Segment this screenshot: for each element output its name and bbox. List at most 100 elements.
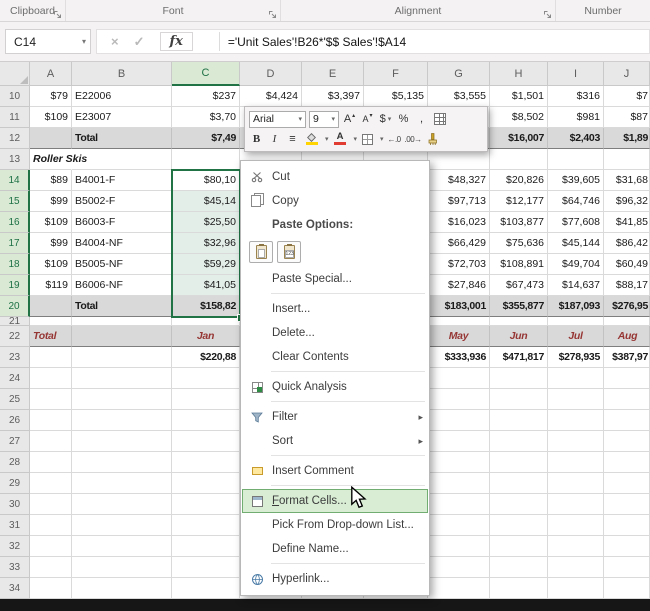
row-header-24[interactable]: 24 xyxy=(0,368,30,389)
dialog-launcher-icon[interactable] xyxy=(543,10,552,19)
cell-A23[interactable] xyxy=(30,347,72,368)
cancel-icon[interactable]: × xyxy=(111,34,119,49)
cell-B28[interactable] xyxy=(72,452,172,473)
cell-H12[interactable]: $16,007 xyxy=(490,128,548,149)
cell-E10[interactable]: $3,397 xyxy=(302,86,364,107)
accounting-format-button[interactable]: $▾ xyxy=(378,110,393,128)
row-header-23[interactable]: 23 xyxy=(0,347,30,368)
cell-A14[interactable]: $89 xyxy=(30,170,72,191)
cell-G34[interactable] xyxy=(428,578,490,599)
cell-J16[interactable]: $41,85 xyxy=(604,212,650,233)
cell-H22[interactable]: Jun xyxy=(490,326,548,347)
cell-C20[interactable]: $158,82 xyxy=(172,296,240,317)
row-header-31[interactable]: 31 xyxy=(0,515,30,536)
cell-A26[interactable] xyxy=(30,410,72,431)
menu-item-insert[interactable]: Insert... xyxy=(242,297,428,321)
cell-I13[interactable] xyxy=(548,149,604,170)
cell-J32[interactable] xyxy=(604,536,650,557)
cell-B15[interactable]: B5002-F xyxy=(72,191,172,212)
enter-icon[interactable]: ✓ xyxy=(134,34,145,50)
cell-C32[interactable] xyxy=(172,536,240,557)
cell-G21[interactable] xyxy=(428,317,490,326)
cell-H17[interactable]: $75,636 xyxy=(490,233,548,254)
menu-item-cut[interactable]: Cut xyxy=(242,165,428,189)
cell-A13[interactable]: Roller Skis xyxy=(30,149,72,170)
cell-H25[interactable] xyxy=(490,389,548,410)
cell-I16[interactable]: $77,608 xyxy=(548,212,604,233)
cell-C27[interactable] xyxy=(172,431,240,452)
chevron-down-icon[interactable]: ▾ xyxy=(325,135,329,143)
row-header-16[interactable]: 16 xyxy=(0,212,30,233)
column-header-F[interactable]: F xyxy=(364,62,428,86)
cell-I15[interactable]: $64,746 xyxy=(548,191,604,212)
cell-C15[interactable]: $45,14 xyxy=(172,191,240,212)
menu-item-paste-special[interactable]: Paste Special... xyxy=(242,267,428,291)
cell-H29[interactable] xyxy=(490,473,548,494)
row-header-29[interactable]: 29 xyxy=(0,473,30,494)
cell-H15[interactable]: $12,177 xyxy=(490,191,548,212)
cell-C18[interactable]: $59,29 xyxy=(172,254,240,275)
row-header-12[interactable]: 12 xyxy=(0,128,30,149)
cell-G19[interactable]: $27,846 xyxy=(428,275,490,296)
menu-item-filter[interactable]: Filter▸ xyxy=(242,405,428,429)
column-header-E[interactable]: E xyxy=(302,62,364,86)
cell-H23[interactable]: $471,817 xyxy=(490,347,548,368)
cell-I14[interactable]: $39,605 xyxy=(548,170,604,191)
cell-B33[interactable] xyxy=(72,557,172,578)
center-align-button[interactable]: ≡ xyxy=(285,130,300,148)
cell-B13[interactable] xyxy=(72,149,172,170)
cell-G33[interactable] xyxy=(428,557,490,578)
row-header-28[interactable]: 28 xyxy=(0,452,30,473)
cell-H32[interactable] xyxy=(490,536,548,557)
cell-A32[interactable] xyxy=(30,536,72,557)
cell-I22[interactable]: Jul xyxy=(548,326,604,347)
cell-A30[interactable] xyxy=(30,494,72,515)
row-header-22[interactable]: 22 xyxy=(0,326,30,347)
menu-item-copy[interactable]: Copy xyxy=(242,189,428,213)
column-header-I[interactable]: I xyxy=(548,62,604,86)
cell-H27[interactable] xyxy=(490,431,548,452)
menu-item-delete[interactable]: Delete... xyxy=(242,321,428,345)
cell-I18[interactable]: $49,704 xyxy=(548,254,604,275)
row-header-26[interactable]: 26 xyxy=(0,410,30,431)
cell-H10[interactable]: $1,501 xyxy=(490,86,548,107)
cell-A27[interactable] xyxy=(30,431,72,452)
cell-G16[interactable]: $16,023 xyxy=(428,212,490,233)
cell-C21[interactable] xyxy=(172,317,240,326)
cell-C30[interactable] xyxy=(172,494,240,515)
paste-button[interactable] xyxy=(249,241,273,263)
cell-C29[interactable] xyxy=(172,473,240,494)
cell-J19[interactable]: $88,17 xyxy=(604,275,650,296)
cell-G18[interactable]: $72,703 xyxy=(428,254,490,275)
format-painter-button[interactable] xyxy=(425,130,440,148)
cell-C24[interactable] xyxy=(172,368,240,389)
cell-I33[interactable] xyxy=(548,557,604,578)
column-header-A[interactable]: A xyxy=(30,62,72,86)
cell-I27[interactable] xyxy=(548,431,604,452)
cell-I31[interactable] xyxy=(548,515,604,536)
cell-J33[interactable] xyxy=(604,557,650,578)
fill-color-button[interactable] xyxy=(303,130,320,148)
cell-J14[interactable]: $31,68 xyxy=(604,170,650,191)
cell-G25[interactable] xyxy=(428,389,490,410)
cell-C22[interactable]: Jan xyxy=(172,326,240,347)
row-header-25[interactable]: 25 xyxy=(0,389,30,410)
cell-J29[interactable] xyxy=(604,473,650,494)
cell-I34[interactable] xyxy=(548,578,604,599)
italic-button[interactable]: I xyxy=(267,130,282,148)
cell-C12[interactable]: $7,49 xyxy=(172,128,240,149)
cell-I12[interactable]: $2,403 xyxy=(548,128,604,149)
cell-H19[interactable]: $67,473 xyxy=(490,275,548,296)
cell-J12[interactable]: $1,89 xyxy=(604,128,650,149)
cell-B17[interactable]: B4004-NF xyxy=(72,233,172,254)
cell-G32[interactable] xyxy=(428,536,490,557)
cell-A10[interactable]: $79 xyxy=(30,86,72,107)
cell-J20[interactable]: $276,95 xyxy=(604,296,650,317)
cell-D10[interactable]: $4,424 xyxy=(240,86,302,107)
cell-B14[interactable]: B4001-F xyxy=(72,170,172,191)
dialog-launcher-icon[interactable] xyxy=(268,10,277,19)
cell-G31[interactable] xyxy=(428,515,490,536)
cell-C34[interactable] xyxy=(172,578,240,599)
cell-C19[interactable]: $41,05 xyxy=(172,275,240,296)
cell-A22[interactable]: Total xyxy=(30,326,72,347)
